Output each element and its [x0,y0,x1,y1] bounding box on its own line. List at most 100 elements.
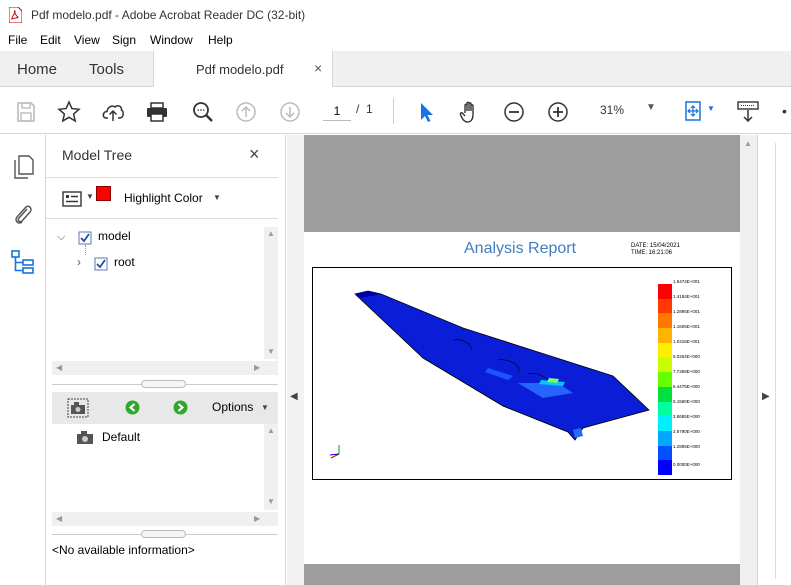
zoom-dropdown-icon[interactable]: ▼ [646,102,656,113]
toolbar: 1 / 1 31% ▼ ▼ • [0,88,791,134]
options-menu[interactable]: Options [212,400,253,414]
title-bar: Pdf modelo.pdf - Adobe Acrobat Reader DC… [0,0,791,30]
menu-bar: File Edit View Sign Window Help [0,30,791,51]
zoom-search-icon[interactable] [191,100,215,124]
legend-swatch [658,386,672,402]
next-view-icon[interactable] [173,400,188,415]
scroll-right-icon[interactable]: ▶ [254,363,260,372]
print-icon[interactable] [145,100,169,124]
close-panel-icon[interactable]: × [249,144,260,165]
tree-options-icon[interactable] [62,191,82,207]
legend-label: 1.2895E+001 [673,309,700,314]
download-tool-icon[interactable] [736,100,760,124]
legend-label: 1.1605E+001 [673,324,700,329]
chevron-right-icon[interactable]: › [77,255,81,269]
fit-page-icon[interactable] [682,100,706,124]
star-icon[interactable] [57,100,81,124]
model-tree-icon[interactable] [10,249,36,275]
attachments-icon[interactable] [12,202,34,226]
close-tab-icon[interactable]: × [314,60,322,76]
menu-sign[interactable]: Sign [112,33,136,47]
scroll-left-icon[interactable]: ◀ [56,363,62,372]
legend-label: 6.4475E+000 [673,384,700,389]
legend-swatch [658,372,672,387]
scroll-down-icon[interactable]: ▼ [267,497,275,506]
highlight-color-label[interactable]: Highlight Color [124,191,203,205]
fit-page-dropdown-icon[interactable]: ▼ [707,104,715,113]
acrobat-icon [9,7,22,23]
legend-swatch [658,357,672,373]
legend-swatch [658,284,672,299]
checkbox-checked-icon[interactable] [94,257,108,271]
scroll-right-icon[interactable]: ▶ [254,514,260,523]
more-tools-icon[interactable]: • [782,103,787,119]
legend-label: 3.8685E+000 [673,414,700,419]
document-vertical-scrollbar[interactable] [740,135,757,585]
legend-swatch [658,445,672,461]
legend-label: 1.4184E+001 [673,294,700,299]
legend-swatch [658,313,672,329]
menu-edit[interactable]: Edit [40,33,61,47]
page-thumbnails-icon[interactable] [12,155,34,179]
legend-swatch [658,342,672,358]
previous-page-content [304,135,740,232]
tree-node-root[interactable]: root [114,255,135,269]
expand-right-pane-icon[interactable]: ▶ [762,391,770,402]
scroll-up-icon[interactable]: ▲ [744,139,752,148]
save-icon[interactable] [14,100,38,124]
legend-label: 1.5474E+001 [673,279,700,284]
panel-title: Model Tree [62,147,133,163]
scroll-up-icon[interactable]: ▲ [267,426,275,435]
tree-node-model[interactable]: model [98,229,131,243]
hand-tool-icon[interactable] [458,100,482,124]
select-cursor-icon[interactable] [414,100,438,124]
report-datetime: DATE: 15/04/2021 TIME: 16:21:06 [631,243,680,256]
menu-view[interactable]: View [74,33,100,47]
legend-swatch [658,430,672,446]
highlight-color-swatch[interactable] [96,186,111,201]
cloud-upload-icon[interactable] [101,100,125,124]
view-default[interactable]: Default [102,430,140,444]
tab-tools[interactable]: Tools [89,61,124,78]
previous-view-icon[interactable] [125,400,140,415]
zoom-in-icon[interactable] [546,100,570,124]
legend-label: 5.1580E+000 [673,399,700,404]
views-horizontal-scrollbar[interactable] [52,512,278,526]
tab-document[interactable]: Pdf modelo.pdf × [153,51,333,87]
scroll-left-icon[interactable]: ◀ [56,514,62,523]
info-text: <No available information> [52,543,195,557]
legend-swatch [658,416,672,431]
checkbox-checked-icon[interactable] [78,231,92,245]
zoom-level[interactable]: 31% [600,103,624,117]
zoom-out-icon[interactable] [502,100,526,124]
splitter-handle[interactable] [141,530,186,538]
camera-view-icon[interactable] [67,398,89,418]
legend-swatch [658,298,672,314]
tree-options-dropdown-icon[interactable]: ▼ [86,192,94,201]
menu-window[interactable]: Window [150,33,193,47]
chevron-down-icon[interactable]: ⌵ [57,231,65,244]
previous-page-icon[interactable] [234,100,258,124]
window-title: Pdf modelo.pdf - Adobe Acrobat Reader DC… [31,8,306,22]
next-page-icon[interactable] [278,100,302,124]
page-number-input[interactable]: 1 [323,101,351,121]
tree-vertical-scrollbar[interactable] [264,227,278,359]
splitter-handle[interactable] [141,380,186,388]
highlight-color-dropdown-icon[interactable]: ▼ [213,193,221,202]
scroll-down-icon[interactable]: ▼ [267,347,275,356]
highlight-color-row: ▼ Highlight Color ▼ [46,177,278,219]
next-page-content [304,564,740,585]
options-dropdown-icon[interactable]: ▼ [261,403,269,412]
scroll-up-icon[interactable]: ▲ [267,229,275,238]
views-toolbar: Options ▼ [52,392,278,424]
collapse-panel-icon[interactable]: ◀ [290,391,298,402]
tab-bar: Home Tools Pdf modelo.pdf × [0,51,791,87]
legend-label: 7.7369E+000 [673,369,700,374]
menu-file[interactable]: File [8,33,27,47]
legend-label: 1.2895E+000 [673,444,700,449]
tab-home[interactable]: Home [17,61,57,78]
legend-label: 2.5790E+000 [673,429,700,434]
menu-help[interactable]: Help [208,33,233,47]
legend-swatch [658,460,672,475]
tree-horizontal-scrollbar[interactable] [52,361,278,375]
